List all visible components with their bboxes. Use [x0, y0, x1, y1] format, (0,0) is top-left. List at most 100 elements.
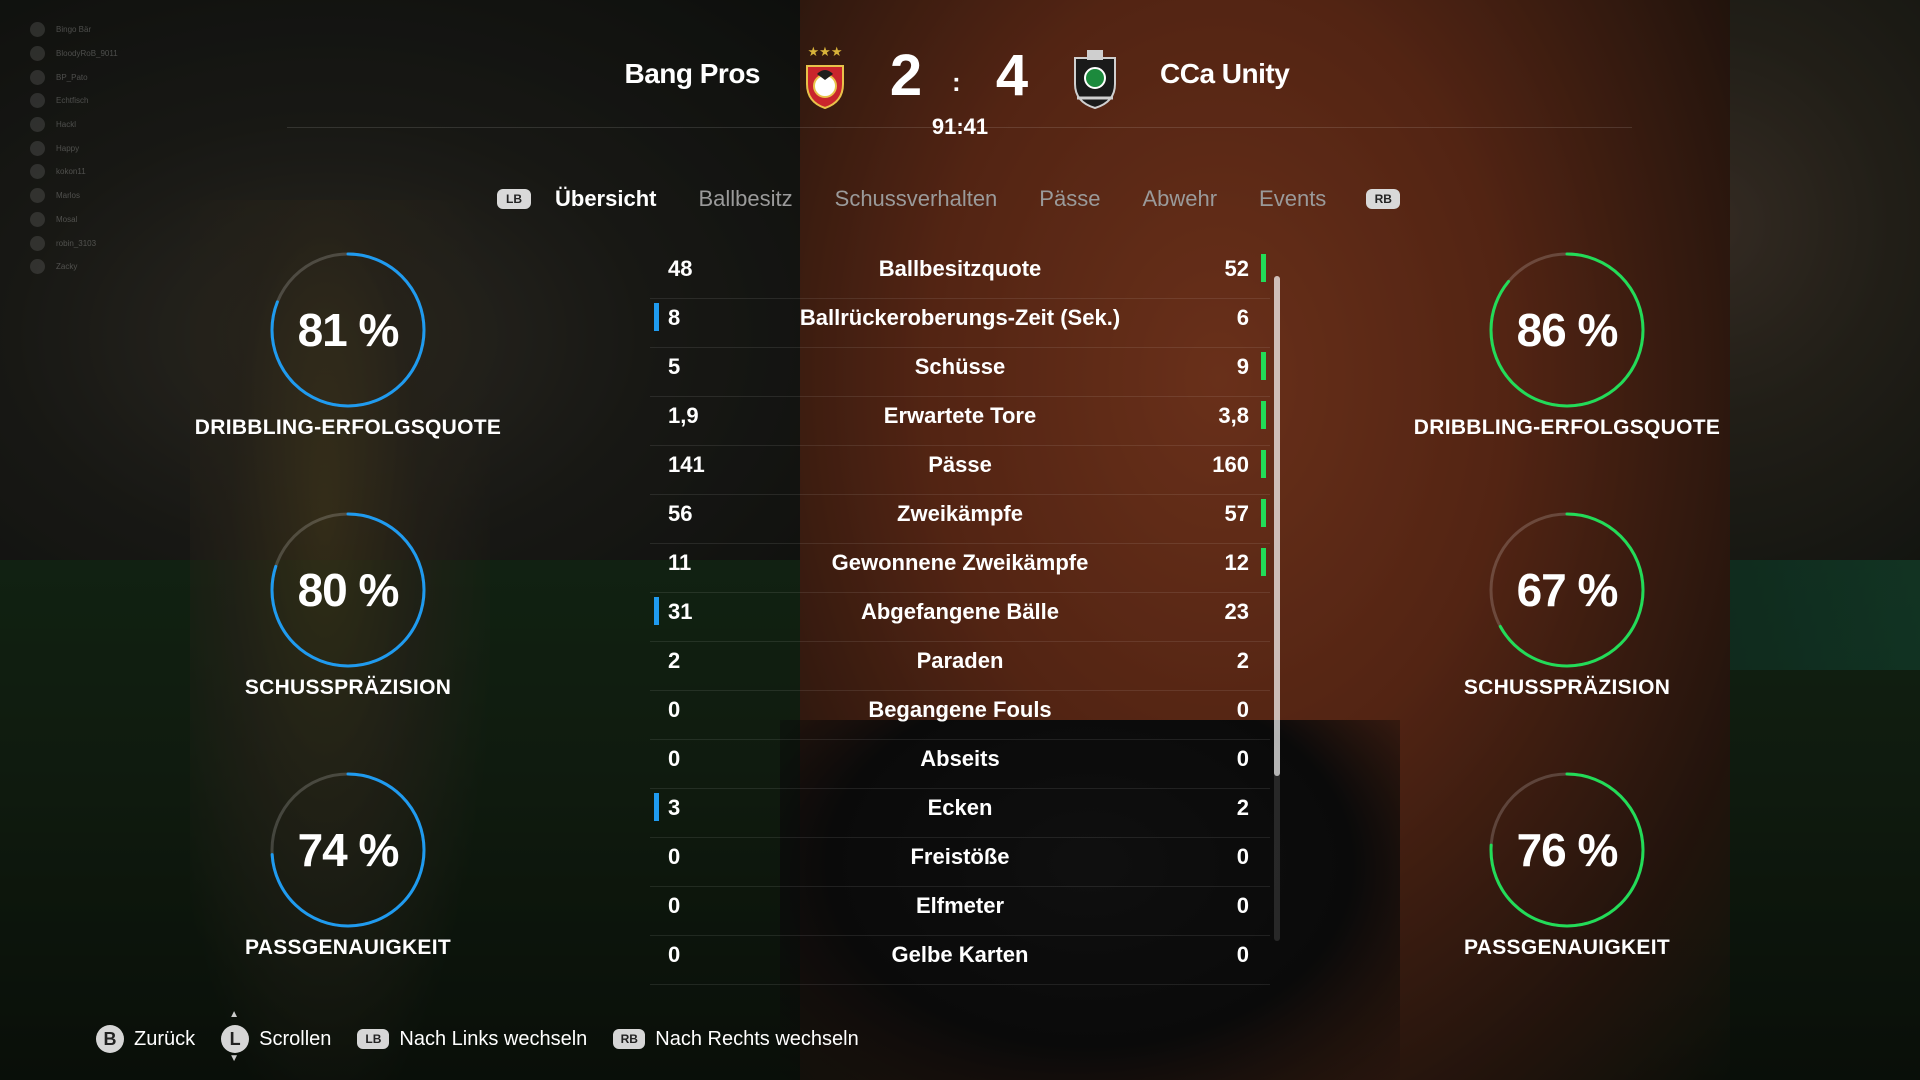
away-stat-value: 6 — [1236, 305, 1249, 330]
away-stat-value: 12 — [1224, 550, 1249, 575]
button-hints: B Zurück ▲ L ▼ Scrollen LB Nach Links we… — [96, 1009, 885, 1064]
stat-row: 1,9 Erwartete Tore 3,8 — [650, 397, 1270, 446]
friend-list-item[interactable]: BloodyRoB_9011 — [30, 42, 118, 66]
stat-name: Gewonnene Zweikämpfe — [831, 550, 1089, 575]
home-stat-value: 0 — [668, 844, 681, 869]
away-stat-value: 160 — [1212, 452, 1249, 477]
friend-name: BloodyRoB_9011 — [56, 49, 118, 59]
friend-name: robin_3103 — [56, 238, 97, 248]
scroll-hint[interactable]: ▲ L ▼ Scrollen — [221, 1009, 332, 1064]
tab-schussverhalten[interactable]: Schussverhalten — [835, 186, 998, 212]
stat-row: 48 Ballbesitzquote 52 — [650, 250, 1270, 299]
stat-name: Ballrückeroberungs-Zeit (Sek.) — [799, 305, 1121, 330]
away-stat-value: 0 — [1236, 844, 1249, 869]
away-leader-bar — [1261, 548, 1266, 576]
svg-text:★★★: ★★★ — [808, 45, 843, 60]
lb-bumper-icon[interactable]: LB — [497, 189, 531, 209]
back-label: Zurück — [134, 1027, 196, 1050]
stats-scrollbar[interactable] — [1274, 276, 1280, 941]
home-team-name: Bang Pros — [624, 58, 760, 89]
away-stat-value: 52 — [1224, 256, 1249, 281]
scrollbar-thumb[interactable] — [1274, 276, 1280, 776]
home-leader-bar — [654, 597, 659, 625]
friend-avatar — [30, 22, 45, 38]
friend-list-item[interactable]: kokon11 — [30, 160, 118, 184]
stat-row: 0 Elfmeter 0 — [650, 887, 1270, 936]
friend-list-item[interactable]: Marlos — [30, 184, 118, 208]
rb-bumper-icon[interactable]: RB — [1366, 189, 1401, 209]
friend-avatar — [30, 259, 45, 275]
stats-table: 48 Ballbesitzquote 52 8 Ballrückeroberungs-Z… — [650, 250, 1270, 985]
friend-avatar — [30, 235, 45, 251]
friend-avatar — [30, 188, 45, 204]
stat-name: Begangene Fouls — [868, 697, 1052, 722]
away-stat-ring: 76 % — [1487, 770, 1647, 930]
away-leader-bar — [1261, 499, 1266, 527]
scroll-label: Scrollen — [259, 1027, 332, 1050]
tab-events[interactable]: Events — [1259, 186, 1326, 212]
away-stat-value: 23 — [1224, 599, 1249, 624]
stat-row: 0 Abseits 0 — [650, 740, 1270, 789]
stat-name: Pässe — [928, 452, 992, 477]
stat-name: Freistöße — [910, 844, 1010, 869]
stat-name: Zweikämpfe — [897, 501, 1023, 526]
home-ring-percentage: 81 % — [297, 304, 400, 356]
friend-list-item[interactable]: robin_3103 — [30, 231, 118, 255]
friend-list-item[interactable]: Mosal — [30, 208, 118, 232]
away-stat-value: 2 — [1236, 648, 1249, 673]
friend-list-item[interactable]: Happy — [30, 136, 118, 160]
friend-name: BP_Pato — [56, 72, 88, 82]
stat-row: 141 Pässe 160 — [650, 446, 1270, 495]
rb-button-icon: RB — [613, 1029, 646, 1049]
friend-name: Marlos — [56, 191, 81, 201]
switch-right-hint[interactable]: RB Nach Rechts wechseln — [613, 1028, 859, 1051]
friend-list-item[interactable]: Bingo Bär — [30, 18, 118, 42]
home-stat-value: 2 — [668, 648, 681, 673]
tab-ballbesitz[interactable]: Ballbesitz — [698, 186, 792, 212]
stat-row: 56 Zweikämpfe 57 — [650, 495, 1270, 544]
friend-name: Happy — [56, 143, 80, 153]
home-stat-value: 5 — [668, 354, 681, 379]
stat-row: 2 Paraden 2 — [650, 642, 1270, 691]
stat-name: Schüsse — [914, 354, 1006, 379]
friend-avatar — [30, 93, 45, 109]
stat-name: Elfmeter — [915, 893, 1005, 918]
away-ring-percentage: 86 % — [1516, 304, 1619, 356]
away-stat-value: 0 — [1236, 942, 1249, 967]
back-hint[interactable]: B Zurück — [96, 1025, 195, 1053]
home-stat-value: 141 — [668, 452, 705, 477]
home-stat-value: 31 — [668, 599, 693, 624]
home-stat-value: 3 — [668, 795, 681, 820]
lb-button-icon: LB — [357, 1029, 390, 1049]
home-stat-value: 0 — [668, 697, 681, 722]
home-stat-ring: 81 % — [268, 250, 428, 410]
friends-list: Bingo Bär BloodyRoB_9011 BP_Pato Echtfisch H… — [30, 18, 118, 279]
home-ring-label: PASSGENAUIGKEIT — [245, 936, 451, 959]
tab-uebersicht[interactable]: Übersicht — [555, 186, 656, 212]
friend-name: kokon11 — [56, 167, 86, 177]
friend-name: Bingo Bär — [56, 25, 92, 35]
home-ring-label: SCHUSSPRÄZISION — [244, 676, 452, 699]
away-leader-bar — [1261, 254, 1266, 282]
home-ring-label: DRIBBLING-ERFOLGSQUOTE — [194, 416, 502, 439]
friend-list-item[interactable]: Echtfisch — [30, 89, 118, 113]
switch-left-hint[interactable]: LB Nach Links wechseln — [357, 1028, 587, 1051]
tab-paesse[interactable]: Pässe — [1039, 186, 1100, 212]
friend-avatar — [30, 117, 45, 133]
friend-avatar — [30, 69, 45, 85]
friend-list-item[interactable]: Zacky — [30, 255, 118, 279]
friend-list-item[interactable]: BP_Pato — [30, 65, 118, 89]
home-team-crest-icon: ★★★ — [795, 44, 855, 112]
tab-abwehr[interactable]: Abwehr — [1142, 186, 1217, 212]
away-leader-bar — [1261, 401, 1266, 429]
header-divider — [287, 127, 1632, 128]
stat-row: 5 Schüsse 9 — [650, 348, 1270, 397]
friend-name: Zacky — [56, 262, 78, 272]
away-stat-ring: 67 % — [1487, 510, 1647, 670]
away-stat-value: 0 — [1236, 697, 1249, 722]
home-stat-value: 0 — [668, 893, 681, 918]
away-stat-value: 57 — [1224, 501, 1249, 526]
friend-list-item[interactable]: Hackl — [30, 113, 118, 137]
friend-name: Hackl — [56, 120, 77, 130]
stat-name: Abseits — [920, 746, 1000, 771]
